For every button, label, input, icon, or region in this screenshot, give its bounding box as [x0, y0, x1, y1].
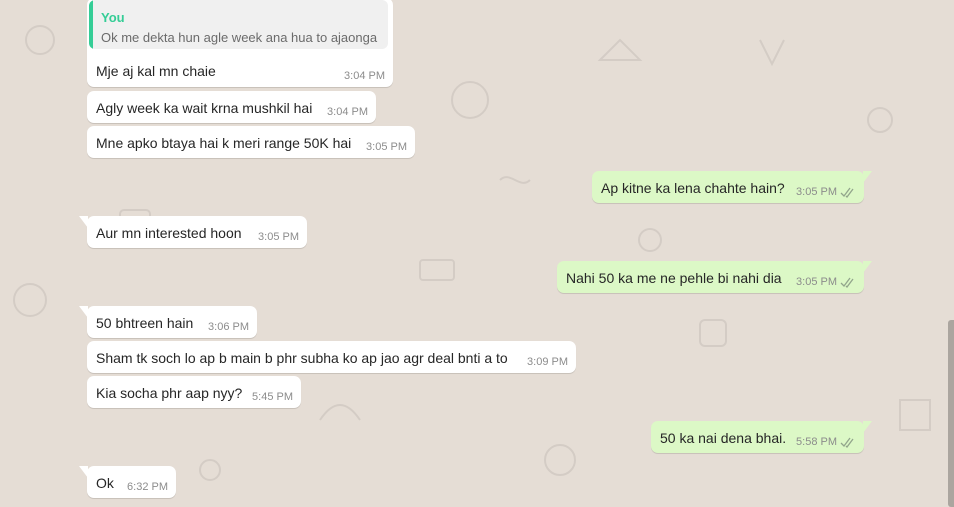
read-ticks-icon	[840, 437, 854, 448]
chat-scrollbar[interactable]	[948, 320, 954, 507]
quoted-author: You	[101, 10, 125, 25]
incoming-message[interactable]: Aur mn interested hoon 3:05 PM	[79, 216, 307, 248]
message-time: 3:06 PM	[208, 321, 249, 333]
read-ticks-icon	[840, 277, 854, 288]
quote-accent-bar	[89, 0, 93, 49]
incoming-message[interactable]: Sham tk soch lo ap b main b phr subha ko…	[87, 341, 576, 373]
quoted-text: Ok me dekta hun agle week ana hua to aja…	[101, 30, 378, 45]
incoming-message[interactable]: Ok 6:32 PM	[79, 466, 176, 498]
message-time: 3:09 PM	[527, 356, 568, 368]
message-time: 3:04 PM	[344, 70, 385, 82]
message-time: 5:58 PM	[796, 436, 837, 448]
quoted-reply[interactable]: You Ok me dekta hun agle week ana hua to…	[89, 0, 388, 49]
bubble-tail	[863, 171, 872, 183]
outgoing-message[interactable]: Nahi 50 ka me ne pehle bi nahi dia 3:05 …	[557, 261, 872, 293]
message-time: 6:32 PM	[127, 481, 168, 493]
incoming-message[interactable]: 50 bhtreen hain 3:06 PM	[79, 306, 257, 338]
message-text: Kia socha phr aap nyy?	[96, 385, 243, 401]
message-text: 50 bhtreen hain	[96, 315, 194, 331]
bubble-tail	[79, 466, 88, 478]
message-time: 3:05 PM	[366, 141, 407, 153]
message-time: 3:05 PM	[796, 186, 837, 198]
message-text: Agly week ka wait krna mushkil hai	[96, 100, 313, 116]
message-text: Ok	[96, 475, 114, 491]
incoming-message[interactable]: Agly week ka wait krna mushkil hai 3:04 …	[87, 91, 376, 123]
message-text: Mne apko btaya hai k meri range 50K hai	[96, 135, 352, 151]
message-time: 3:05 PM	[796, 276, 837, 288]
message-text: Sham tk soch lo ap b main b phr subha ko…	[96, 350, 508, 366]
bubble-tail	[863, 261, 872, 273]
incoming-message[interactable]: You Ok me dekta hun agle week ana hua to…	[87, 0, 393, 87]
message-time: 3:04 PM	[327, 106, 368, 118]
incoming-message[interactable]: Mne apko btaya hai k meri range 50K hai …	[87, 126, 415, 158]
incoming-message[interactable]: Kia socha phr aap nyy? 5:45 PM	[87, 376, 301, 408]
message-text: Ap kitne ka lena chahte hain?	[601, 180, 785, 196]
bubble-tail	[79, 306, 88, 318]
bubble-tail	[79, 216, 88, 228]
outgoing-message[interactable]: 50 ka nai dena bhai. 5:58 PM	[651, 421, 872, 453]
message-text: Nahi 50 ka me ne pehle bi nahi dia	[566, 270, 782, 286]
message-time: 5:45 PM	[252, 391, 293, 403]
message-text: 50 ka nai dena bhai.	[660, 430, 787, 446]
bubble-tail	[863, 421, 872, 433]
outgoing-message[interactable]: Ap kitne ka lena chahte hain? 3:05 PM	[592, 171, 872, 203]
message-time: 3:05 PM	[258, 231, 299, 243]
read-ticks-icon	[840, 187, 854, 198]
message-text: Mje aj kal mn chaie	[96, 63, 216, 79]
message-text: Aur mn interested hoon	[96, 225, 242, 241]
